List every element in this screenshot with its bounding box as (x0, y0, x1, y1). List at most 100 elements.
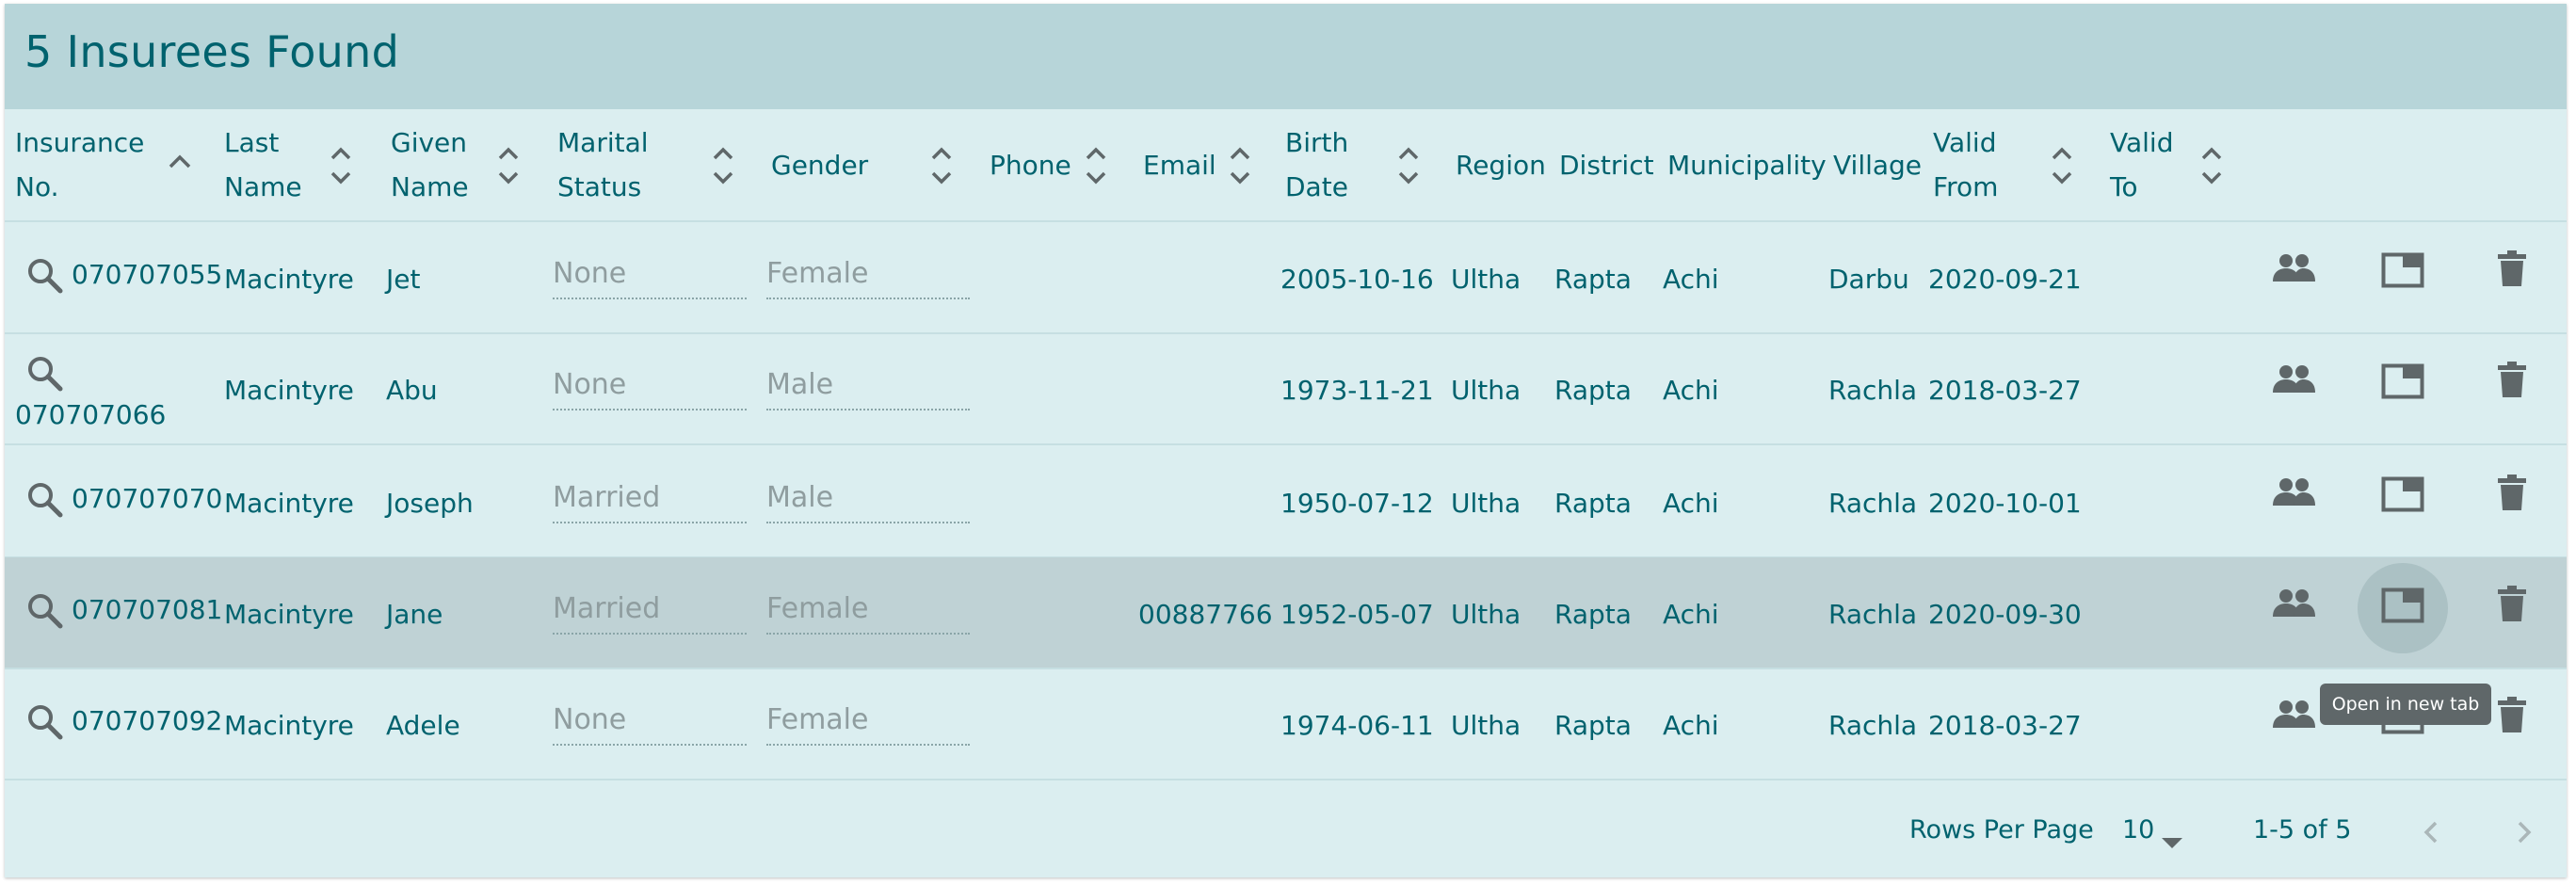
marital-status-field: None (553, 362, 747, 410)
rows-per-page-value: 10 (2122, 815, 2155, 845)
village: Rachla (1828, 488, 1918, 519)
municipality: Achi (1663, 488, 1719, 519)
sort-icon[interactable] (329, 145, 353, 186)
tooltip: Open in new tab (2320, 684, 2491, 725)
valid-from: 2020-09-30 (1928, 599, 2082, 630)
insurance-number[interactable]: 070707070 (72, 483, 222, 514)
last-name: Macintyre (224, 488, 354, 519)
insurance-number[interactable]: 070707055 (72, 259, 222, 290)
birth-date: 2005-10-16 (1280, 264, 1434, 295)
trash-icon[interactable] (2484, 689, 2540, 746)
trash-icon[interactable] (2484, 243, 2540, 299)
col-birth-date[interactable]: Birth Date (1285, 109, 1426, 220)
col-email[interactable]: Email (1143, 109, 1256, 220)
col-label: Name (224, 171, 302, 202)
col-label: Date (1285, 171, 1348, 202)
trash-icon[interactable] (2484, 578, 2540, 635)
table-row[interactable]: 070707081 Macintyre Jane Married Female 00887… (5, 557, 2567, 669)
open-in-new-tab-icon[interactable] (2375, 245, 2431, 301)
gender-field: Female (766, 586, 970, 635)
trash-icon[interactable] (2484, 467, 2540, 523)
valid-from: 2018-03-27 (1928, 710, 2082, 741)
people-icon[interactable] (2265, 246, 2322, 302)
insurance-number[interactable]: 070707081 (72, 594, 222, 625)
col-valid-from[interactable]: Valid From (1933, 109, 2074, 220)
sort-icon[interactable] (1084, 145, 1108, 186)
col-municipality: Municipality (1667, 109, 1827, 220)
village: Darbu (1828, 264, 1909, 295)
birth-date: 1952-05-07 (1280, 599, 1434, 630)
village: Rachla (1828, 710, 1918, 741)
page-title: 5 Insurees Found (24, 26, 400, 77)
open-in-new-tab-icon[interactable] (2358, 563, 2448, 653)
search-icon[interactable] (25, 591, 65, 631)
sort-icon[interactable] (1228, 145, 1252, 186)
table-row[interactable]: 070707055 Macintyre Jet None Female 2005-10-1… (5, 222, 2567, 334)
village: Rachla (1828, 599, 1918, 630)
page-range: 1-5 of 5 (2253, 815, 2352, 845)
search-icon[interactable] (25, 354, 65, 394)
sort-icon[interactable] (2050, 145, 2074, 186)
district: Rapta (1554, 264, 1632, 295)
district: Rapta (1554, 375, 1632, 406)
col-label: Email (1143, 150, 1216, 181)
people-icon[interactable] (2265, 692, 2322, 748)
people-icon[interactable] (2265, 581, 2322, 637)
sort-icon[interactable] (2199, 145, 2224, 186)
sort-icon[interactable] (711, 145, 735, 186)
municipality: Achi (1663, 375, 1719, 406)
people-icon[interactable] (2265, 470, 2322, 526)
col-label: From (1933, 171, 1999, 202)
col-label: No. (15, 171, 59, 202)
next-page-icon[interactable] (2509, 818, 2537, 846)
col-phone[interactable]: Phone (990, 109, 1112, 220)
col-given-name[interactable]: Given Name (391, 109, 532, 220)
table-row[interactable]: 070707066 Macintyre Abu None Male 1973-11-21 U… (5, 333, 2567, 445)
given-name: Joseph (386, 488, 474, 519)
col-gender[interactable]: Gender (771, 109, 959, 220)
col-label: Marital (557, 127, 649, 158)
col-insurance-no[interactable]: Insurance No. (15, 109, 208, 220)
col-valid-to[interactable]: Valid To (2110, 109, 2232, 220)
search-icon[interactable] (25, 702, 65, 742)
col-label: Insurance (15, 127, 145, 158)
col-label: Valid (2110, 127, 2174, 158)
gender-field: Male (766, 475, 970, 523)
region: Ultha (1451, 710, 1521, 741)
sort-ascending-icon[interactable] (168, 153, 192, 195)
insurance-number[interactable]: 070707066 (15, 399, 166, 430)
email: 00887766 (1138, 599, 1273, 630)
sort-icon[interactable] (929, 145, 954, 186)
district: Rapta (1554, 599, 1632, 630)
search-icon[interactable] (25, 256, 65, 296)
col-label: Valid (1933, 127, 1997, 158)
valid-from: 2020-10-01 (1928, 488, 2082, 519)
last-name: Macintyre (224, 599, 354, 630)
col-marital-status[interactable]: Marital Status (557, 109, 746, 220)
gender-field: Male (766, 362, 970, 410)
birth-date: 1973-11-21 (1280, 375, 1434, 406)
people-icon[interactable] (2265, 357, 2322, 413)
table-row[interactable]: 070707092 Macintyre Adele None Female 1974-06… (5, 668, 2567, 780)
dropdown-arrow-icon (2162, 827, 2182, 856)
col-last-name[interactable]: Last Name (224, 109, 365, 220)
rows-per-page-label: Rows Per Page (1909, 815, 2094, 845)
col-district: District (1559, 109, 1654, 220)
last-name: Macintyre (224, 710, 354, 741)
table-row[interactable]: 070707070 Macintyre Joseph Married Male 1950-… (5, 446, 2567, 558)
valid-from: 2018-03-27 (1928, 375, 2082, 406)
sort-icon[interactable] (496, 145, 521, 186)
region: Ultha (1451, 599, 1521, 630)
rows-per-page-select[interactable]: 10 (2122, 815, 2190, 848)
open-in-new-tab-icon[interactable] (2375, 469, 2431, 525)
insurance-number[interactable]: 070707092 (72, 705, 222, 736)
trash-icon[interactable] (2484, 354, 2540, 410)
col-label: Phone (990, 150, 1071, 181)
search-icon[interactable] (25, 480, 65, 520)
previous-page-icon[interactable] (2418, 818, 2446, 846)
open-in-new-tab-icon[interactable] (2375, 356, 2431, 412)
col-label: Gender (771, 150, 869, 181)
col-label: Birth (1285, 127, 1349, 158)
col-label: Name (391, 171, 469, 202)
sort-icon[interactable] (1396, 145, 1421, 186)
